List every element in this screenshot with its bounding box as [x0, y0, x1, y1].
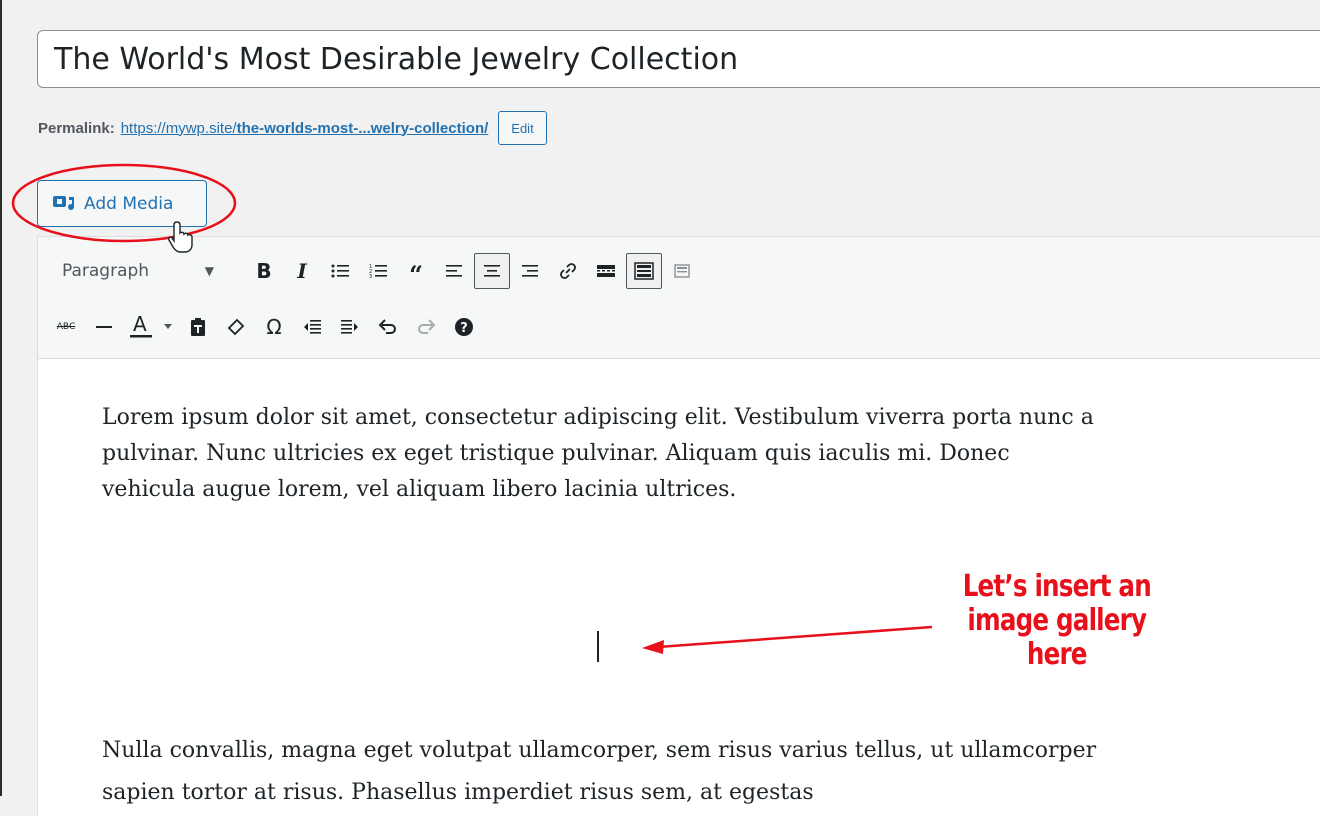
redo-icon[interactable] — [408, 309, 444, 345]
permalink-label: Permalink: — [38, 119, 115, 137]
permalink-base: https://mywp.site/ — [120, 119, 237, 137]
undo-icon[interactable] — [370, 309, 406, 345]
help-icon[interactable]: ? — [446, 309, 482, 345]
link-icon[interactable] — [550, 253, 586, 289]
media-icon — [53, 195, 75, 210]
distraction-free-icon[interactable] — [664, 253, 700, 289]
annotation-callout: Let’s insert an image gallery here — [942, 570, 1172, 672]
increase-indent-icon[interactable] — [332, 309, 368, 345]
annotation-line-1: Let’s insert an — [962, 569, 1152, 604]
permalink-slug: the-worlds-most-...welry-collection/ — [236, 119, 489, 137]
numbered-list-icon[interactable]: 123 — [360, 253, 396, 289]
clear-formatting-icon[interactable] — [218, 309, 254, 345]
chevron-down-icon: ▼ — [204, 264, 214, 278]
svg-text:3: 3 — [369, 274, 372, 279]
bold-icon[interactable]: B — [246, 253, 282, 289]
format-select[interactable]: Paragraph ▼ — [48, 252, 228, 290]
horizontal-line-icon[interactable] — [86, 309, 122, 345]
annotation-line-2: image gallery here — [967, 603, 1147, 672]
align-right-icon[interactable] — [512, 253, 548, 289]
toolbar-row-2: ABC A Ω ? — [48, 307, 484, 347]
content-paragraph-1: Lorem ipsum dolor sit amet, consectetur … — [102, 405, 1094, 502]
align-center-icon[interactable] — [474, 253, 510, 289]
svg-text:?: ? — [460, 321, 468, 336]
add-media-button[interactable]: Add Media — [37, 180, 207, 227]
strikethrough-icon[interactable]: ABC — [48, 309, 84, 345]
svg-text:A: A — [133, 314, 147, 336]
classic-editor: Paragraph ▼ B I 123 “ ABC A Ω ? Lorem ip… — [37, 236, 1320, 816]
content-paragraph-2: Nulla convallis, magna eget volutpat ull… — [102, 738, 1097, 805]
read-more-icon[interactable] — [588, 253, 624, 289]
editor-content[interactable]: Lorem ipsum dolor sit amet, consectetur … — [102, 400, 1102, 508]
decrease-indent-icon[interactable] — [294, 309, 330, 345]
add-media-label: Add Media — [84, 193, 174, 214]
blockquote-icon[interactable]: “ — [398, 253, 434, 289]
format-select-value: Paragraph — [62, 261, 150, 281]
toolbar-row-1: Paragraph ▼ B I 123 “ — [48, 251, 702, 291]
align-left-icon[interactable] — [436, 253, 472, 289]
permalink-bar: Permalink: https://mywp.site/the-worlds-… — [38, 108, 547, 148]
permalink-link[interactable]: https://mywp.site/the-worlds-most-...wel… — [121, 120, 489, 137]
bulleted-list-icon[interactable] — [322, 253, 358, 289]
editor-screen: Permalink: https://mywp.site/the-worlds-… — [0, 0, 1320, 816]
special-character-icon[interactable]: Ω — [256, 309, 292, 345]
edit-permalink-button[interactable]: Edit — [498, 111, 547, 145]
italic-icon[interactable]: I — [284, 253, 320, 289]
editor-toolbar: Paragraph ▼ B I 123 “ ABC A Ω ? — [38, 237, 1320, 359]
text-cursor — [597, 631, 599, 662]
paste-as-text-icon[interactable] — [180, 309, 216, 345]
post-title-input[interactable] — [37, 30, 1320, 88]
toolbar-toggle-icon[interactable] — [626, 253, 662, 289]
text-color-icon[interactable]: A — [124, 309, 178, 345]
